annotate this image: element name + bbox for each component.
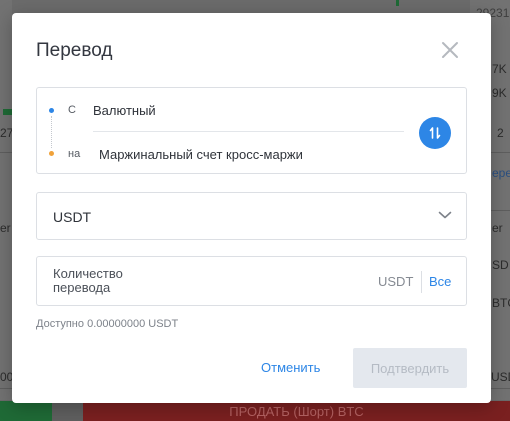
amount-separator	[421, 271, 422, 293]
background-label: USD	[491, 370, 510, 384]
cancel-button[interactable]: Отменить	[261, 360, 320, 375]
background-chart-tick	[3, 109, 12, 115]
confirm-button[interactable]: Подтвердить	[353, 348, 467, 388]
from-dot-icon	[49, 108, 54, 113]
background-label: BTC	[492, 296, 510, 310]
amount-input[interactable]	[187, 267, 371, 297]
route-divider	[93, 131, 404, 132]
to-label: на	[68, 148, 81, 160]
background-sell-button: ПРОДАТЬ (Шорт) BTC	[83, 401, 510, 421]
amount-unit: USDT	[378, 274, 414, 289]
background-buy-button	[0, 401, 52, 421]
background-label: SD	[492, 258, 509, 272]
background-divider	[0, 152, 12, 153]
background-label: 9K	[492, 86, 507, 100]
max-amount-button[interactable]: Все	[429, 274, 451, 289]
chevron-down-icon	[438, 211, 452, 219]
route-connector	[51, 116, 52, 148]
modal-title: Перевод	[36, 40, 113, 61]
from-label: С	[68, 104, 76, 116]
background-left-panel	[0, 0, 12, 400]
background-label: 2	[497, 126, 504, 140]
amount-field: Количество перевода USDT Все	[36, 256, 467, 306]
from-account-select[interactable]: Валютный	[93, 103, 156, 118]
background-label: 7K	[492, 62, 507, 76]
available-amount: 0.00000000 USDT	[87, 318, 179, 330]
swap-vertical-icon	[429, 127, 441, 139]
amount-label: Количество перевода	[53, 266, 123, 295]
swap-button[interactable]	[419, 117, 451, 149]
close-icon[interactable]	[440, 40, 460, 60]
background-separator	[52, 401, 83, 421]
coin-select[interactable]: USDT	[36, 192, 467, 240]
transfer-modal: Перевод С Валютный на Маржинальный счет …	[12, 13, 491, 403]
available-label: Доступно	[36, 318, 85, 330]
background-label: ерев	[492, 166, 510, 180]
coin-select-value: USDT	[53, 209, 92, 225]
sell-button-label: ПРОДАТЬ (Шорт) BTC	[229, 403, 364, 419]
available-balance: Доступно 0.00000000 USDT	[36, 318, 178, 330]
transfer-route: С Валютный на Маржинальный счет кросс-ма…	[36, 87, 467, 174]
background-label: er	[492, 221, 503, 235]
to-dot-icon	[49, 151, 54, 156]
background-chart-tick	[396, 0, 399, 6]
to-account-select[interactable]: Маржинальный счет кросс-маржи	[99, 147, 303, 162]
confirm-button-label: Подтвердить	[370, 360, 450, 376]
